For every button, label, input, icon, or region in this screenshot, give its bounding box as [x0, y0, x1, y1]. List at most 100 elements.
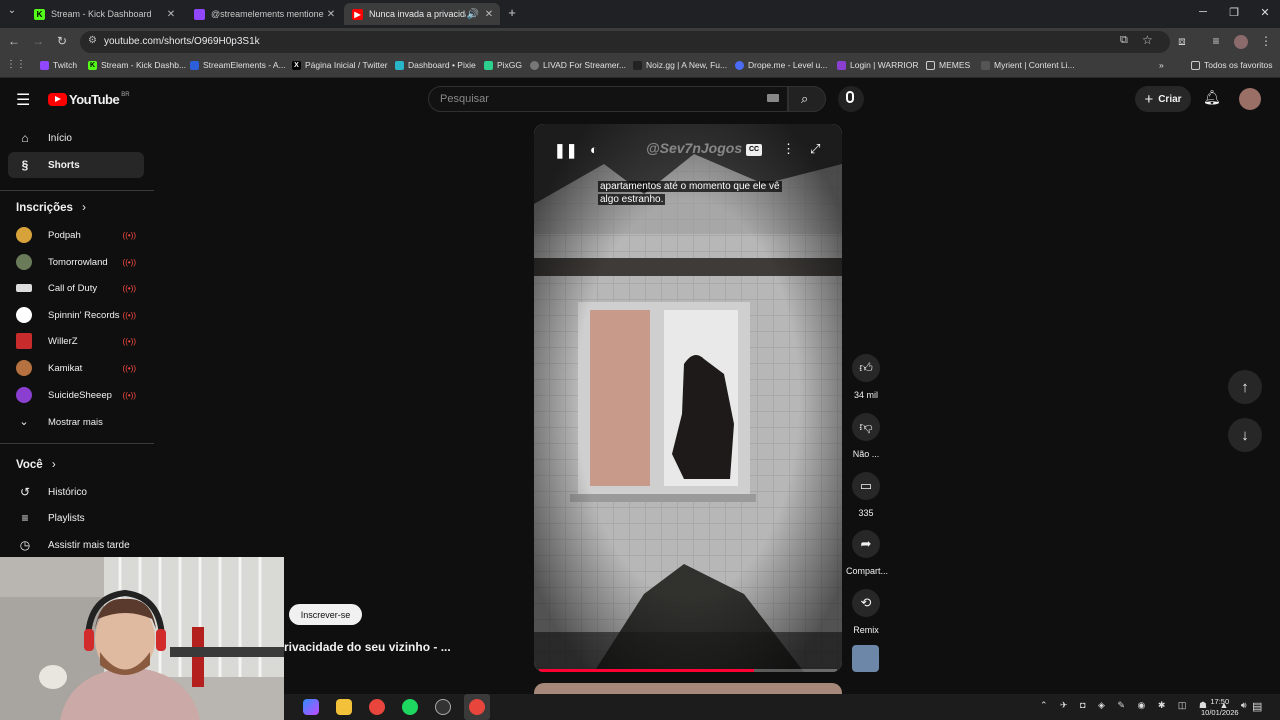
- subscriptions-heading[interactable]: Inscrições ›: [16, 202, 86, 214]
- subscription-kamikat[interactable]: Kamikat ((•)): [16, 358, 140, 378]
- tab-streamelements[interactable]: @streamelements mentione ✕: [186, 3, 342, 25]
- close-tab-icon[interactable]: ✕: [482, 9, 496, 20]
- bookmark-kick[interactable]: K Stream - Kick Dashb...: [88, 60, 186, 70]
- thumbs-up-icon[interactable]: 👍︎: [852, 354, 880, 382]
- minimize-button[interactable]: ─: [1193, 6, 1213, 18]
- avatar: [16, 387, 32, 403]
- short-title[interactable]: rivacidade do seu vizinho - ...: [284, 640, 451, 654]
- bookmark-twitter[interactable]: X Página Inicial / Twitter: [292, 60, 388, 70]
- remix-icon[interactable]: ⟲: [852, 589, 880, 617]
- subscription-suicidesheeep[interactable]: SuicideSheeep ((•)): [16, 385, 140, 405]
- notifications-icon[interactable]: ▤: [1252, 700, 1262, 713]
- share-action[interactable]: ➦ Compart...: [846, 530, 888, 576]
- search-button[interactable]: ⌕: [788, 86, 826, 112]
- youtube-logo[interactable]: YouTube BR: [48, 92, 130, 107]
- bookmark-twitch[interactable]: Twitch: [40, 60, 77, 70]
- dislike-action[interactable]: 👎︎ Não ...: [848, 413, 884, 459]
- search-input[interactable]: Pesquisar: [428, 86, 788, 112]
- new-tab-button[interactable]: +: [504, 5, 520, 20]
- create-button[interactable]: + Criar: [1135, 86, 1191, 112]
- subscription-spinnin-records[interactable]: Spinnin' Records ((•)): [16, 305, 140, 325]
- close-window-button[interactable]: ✕: [1255, 6, 1275, 19]
- site-info-icon[interactable]: ⚙: [88, 35, 97, 46]
- sound-thumbnail[interactable]: [852, 645, 879, 672]
- fullscreen-icon[interactable]: ⤢: [810, 141, 820, 157]
- bookmark-streamelements[interactable]: StreamElements - A...: [190, 60, 286, 70]
- microphone-icon: [846, 91, 854, 103]
- sidebar: ⌂ Início § Shorts Inscrições › Podpah ((•…: [0, 118, 154, 558]
- sidebar-item-watch-later[interactable]: ◷ Assistir mais tarde: [8, 532, 144, 558]
- sidebar-item-home[interactable]: ⌂ Início: [8, 125, 144, 151]
- bookmark-noiz[interactable]: Noiz.gg | A New, Fu...: [633, 60, 727, 70]
- forward-icon[interactable]: →: [30, 34, 46, 48]
- chrome-menu-icon[interactable]: ⋮: [1258, 34, 1274, 48]
- bookmark-pixie[interactable]: Dashboard • Pixie: [395, 60, 476, 70]
- active-chrome-window[interactable]: [464, 694, 490, 720]
- thumbs-down-icon[interactable]: 👎︎: [852, 413, 880, 441]
- share-icon[interactable]: ➦: [852, 530, 880, 558]
- short-video-player[interactable]: ❚❚ ◐ @Sev7nJogos CC ⋮ ⤢ apartamentos até…: [534, 124, 842, 672]
- like-action[interactable]: 👍︎ 34 mil: [848, 354, 884, 400]
- system-clock[interactable]: 17:50 10/01/2026: [1201, 696, 1239, 718]
- address-bar[interactable]: ⚙ youtube.com/shorts/O969H0p3S1k ⧉ ☆: [80, 31, 1170, 53]
- bookmark-myrient[interactable]: Myrient | Content Li...: [981, 60, 1075, 70]
- sidebar-item-shorts[interactable]: § Shorts: [8, 152, 144, 178]
- subscribe-button[interactable]: Inscrever-se: [289, 604, 362, 625]
- reading-list-icon[interactable]: ≡: [1208, 34, 1224, 48]
- chrome-icon[interactable]: [369, 699, 385, 715]
- subscription-call-of-duty[interactable]: Call of Duty ((•)): [16, 278, 140, 298]
- obs-icon[interactable]: [435, 699, 451, 715]
- restore-button[interactable]: ❐: [1224, 6, 1244, 19]
- bookmark-livad[interactable]: LIVAD For Streamer...: [530, 60, 626, 70]
- tab-youtube-short[interactable]: ▶ Nunca invada a privacidade 🔊 ✕: [344, 3, 500, 25]
- bookmark-star-icon[interactable]: ☆: [1142, 33, 1153, 47]
- closed-captions-icon[interactable]: CC: [746, 144, 762, 156]
- account-avatar[interactable]: [1239, 88, 1261, 110]
- apps-icon[interactable]: ⋮⋮: [6, 59, 26, 70]
- bookmark-memes-folder[interactable]: MEMES: [926, 60, 970, 70]
- hamburger-menu-icon[interactable]: ☰: [16, 90, 30, 110]
- previous-short-button[interactable]: ↑: [1228, 370, 1262, 404]
- spotify-icon[interactable]: [402, 699, 418, 715]
- keyboard-icon[interactable]: [767, 94, 779, 102]
- notifications-bell-icon[interactable]: 🔔︎: [1203, 89, 1221, 106]
- tab-search-icon[interactable]: ⌄: [4, 5, 20, 16]
- install-app-icon[interactable]: ⧉: [1120, 34, 1128, 47]
- copilot-icon[interactable]: [303, 699, 319, 715]
- progress-bar[interactable]: [539, 669, 837, 672]
- bookmark-pixgg[interactable]: PixGG: [484, 60, 522, 70]
- kick-icon: K: [88, 60, 97, 70]
- all-bookmarks-folder[interactable]: Todos os favoritos: [1191, 60, 1273, 70]
- subscription-willerz[interactable]: WillerZ ((•)): [16, 331, 140, 351]
- remix-action[interactable]: ⟲ Remix: [848, 589, 884, 635]
- subscription-tomorrowland[interactable]: Tomorrowland ((•)): [16, 252, 140, 272]
- show-more-button[interactable]: ⌄ Mostrar mais: [16, 412, 140, 432]
- bookmark-warrior[interactable]: Login | WARRIOR: [837, 60, 919, 70]
- extensions-icon[interactable]: ⧈: [1174, 34, 1190, 49]
- you-heading[interactable]: Você ›: [16, 459, 56, 471]
- webcam-overlay: [0, 557, 284, 720]
- bookmark-drope[interactable]: Drope.me - Level u...: [735, 60, 827, 70]
- voice-search-button[interactable]: [838, 86, 864, 112]
- audio-playing-icon[interactable]: 🔊: [466, 9, 480, 20]
- file-explorer-icon[interactable]: [336, 699, 352, 715]
- bookmark-label: MEMES: [939, 60, 971, 70]
- next-short-button[interactable]: ↓: [1228, 418, 1262, 452]
- subscription-podpah[interactable]: Podpah ((•)): [16, 225, 140, 245]
- sidebar-item-history[interactable]: ↺ Histórico: [8, 479, 144, 505]
- volume-icon[interactable]: ◐: [590, 142, 598, 157]
- close-tab-icon[interactable]: ✕: [164, 9, 178, 20]
- close-tab-icon[interactable]: ✕: [324, 9, 338, 20]
- comments-action[interactable]: ▭ 335: [848, 472, 884, 518]
- comment-icon[interactable]: ▭: [852, 472, 880, 500]
- reload-icon[interactable]: ↻: [54, 34, 70, 48]
- live-icon: ((•)): [122, 230, 136, 240]
- profile-avatar[interactable]: [1234, 35, 1248, 49]
- more-options-icon[interactable]: ⋮: [782, 141, 795, 157]
- create-label: Criar: [1158, 93, 1182, 105]
- pause-icon[interactable]: ❚❚: [554, 142, 577, 159]
- tab-kick-dashboard[interactable]: K Stream - Kick Dashboard ✕: [26, 3, 182, 25]
- sidebar-item-playlists[interactable]: ≡ Playlists: [8, 505, 144, 531]
- more-bookmarks-chevron-icon[interactable]: »: [1159, 60, 1164, 70]
- back-icon[interactable]: ←: [6, 34, 22, 48]
